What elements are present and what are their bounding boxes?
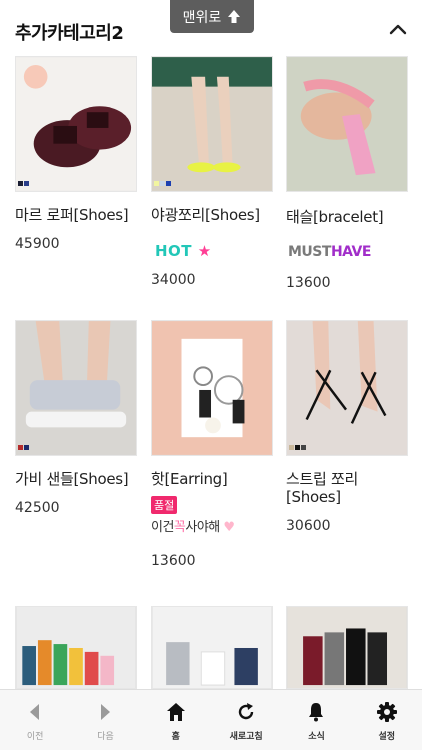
nav-label: 설정	[378, 732, 396, 742]
nav-home[interactable]: 홈	[141, 690, 211, 750]
soldout-badge: 품절	[151, 496, 178, 514]
product-price: 13600	[151, 553, 196, 569]
product-name[interactable]: 가비 샌들[Shoes]	[15, 470, 129, 488]
product-price: 42500	[15, 500, 60, 516]
to-top-label: 맨위로	[182, 9, 222, 26]
product-image[interactable]	[286, 56, 408, 192]
refresh-icon	[238, 703, 254, 720]
product-name[interactable]: 마르 로퍼[Shoes]	[15, 206, 129, 224]
nav-label: 홈	[171, 732, 180, 742]
product-image[interactable]	[151, 56, 273, 192]
chevron-up-icon[interactable]	[388, 20, 408, 40]
product-name[interactable]: 핫[Earring]	[151, 470, 228, 488]
heart-icon: ♥	[223, 520, 235, 535]
gear-icon	[376, 702, 397, 722]
arrow-up-icon	[228, 10, 241, 23]
nav-label: 이전	[26, 732, 44, 742]
product-name[interactable]: 태슬[bracelet]	[286, 208, 384, 226]
scroll-to-top-button[interactable]: 맨위로	[170, 0, 254, 33]
product-name-line2[interactable]: [Shoes]	[286, 488, 341, 506]
product-name[interactable]: 야광쪼리[Shoes]	[151, 206, 260, 224]
product-image[interactable]	[151, 320, 273, 456]
bell-icon	[309, 703, 324, 722]
product-image[interactable]	[286, 606, 408, 689]
section-title: 추가카테고리2	[15, 23, 124, 44]
nav-label: 새로고침	[229, 732, 263, 742]
product-image[interactable]	[286, 320, 408, 456]
product-image[interactable]	[15, 56, 137, 192]
hot-badge: HOT ★	[155, 242, 212, 260]
must-buy-tag: 이건꼭사야해 ♥	[151, 520, 235, 535]
nav-forward[interactable]: 다음	[70, 690, 140, 750]
product-name[interactable]: 스트립 쪼리	[286, 470, 358, 488]
forward-icon	[101, 704, 111, 720]
back-icon	[30, 704, 40, 720]
product-image[interactable]	[15, 320, 137, 456]
product-image[interactable]	[151, 606, 273, 689]
nav-settings[interactable]: 설정	[352, 690, 422, 750]
product-price: 13600	[286, 275, 331, 291]
product-price: 45900	[15, 236, 60, 252]
nav-news[interactable]: 소식	[281, 690, 351, 750]
nav-label: 소식	[308, 732, 325, 742]
nav-refresh[interactable]: 새로고침	[211, 690, 281, 750]
product-price: 34000	[151, 272, 196, 288]
must-have-badge: MUSTHAVE	[288, 244, 371, 260]
nav-back[interactable]: 이전	[0, 690, 70, 750]
nav-label: 다음	[97, 732, 114, 742]
home-icon	[166, 703, 185, 721]
bottom-navigation: 이전 다음 홈 새로고침 소식 설정	[0, 689, 422, 750]
product-price: 30600	[286, 518, 331, 534]
star-icon: ★	[197, 242, 212, 260]
product-image[interactable]	[15, 606, 137, 689]
